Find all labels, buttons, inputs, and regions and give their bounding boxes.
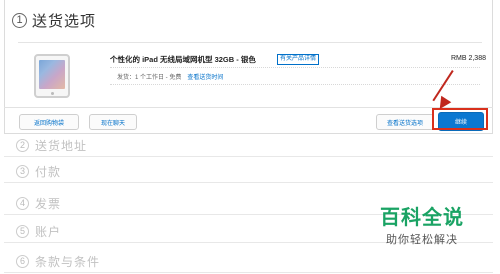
shipping-info-row: 发货：1 个工作日 - 免费 查看送货时间 (117, 72, 223, 81)
step-number-badge: 6 (16, 255, 29, 268)
step-terms[interactable]: 6 条款与条件 (4, 251, 493, 273)
step-number-badge: 3 (16, 165, 29, 178)
step-label: 账户 (35, 225, 62, 239)
product-details-link[interactable]: 有关产品详情 (277, 54, 320, 65)
watermark: 百科全说 助你轻松解决 (380, 201, 464, 247)
view-shipping-options-button[interactable]: 查看送货选项 (376, 114, 434, 130)
section-title: 送货选项 (32, 13, 97, 30)
action-bar: 返回购物袋 现在聊天 查看送货选项 继续 (4, 107, 493, 134)
step-label: 条款与条件 (35, 255, 101, 269)
step-number-badge: 1 (12, 13, 27, 28)
ipad-screen (39, 60, 65, 89)
step-shipping-address[interactable]: 2 送货地址 (4, 135, 493, 157)
step-number-badge: 2 (16, 139, 29, 152)
step-label: 送货地址 (35, 139, 88, 153)
step-label: 发票 (35, 197, 62, 211)
watermark-title: 百科全说 (380, 205, 464, 229)
step-number-badge: 4 (16, 197, 29, 210)
watermark-subtitle: 助你轻松解决 (386, 234, 458, 246)
back-to-bag-button[interactable]: 返回购物袋 (19, 114, 79, 130)
step-header-shipping-options: 1 送货选项 (12, 10, 96, 31)
divider (18, 42, 482, 43)
annotation-highlight-box (432, 108, 488, 130)
ipad-home-button (50, 92, 54, 95)
step-number-badge: 5 (16, 225, 29, 238)
step-label: 付款 (35, 165, 62, 179)
ipad-product-image (34, 54, 70, 98)
dotted-divider (110, 84, 480, 85)
shipping-label: 发货：1 个工作日 - 免费 (117, 75, 182, 81)
dotted-divider (110, 67, 480, 68)
step-payment[interactable]: 3 付款 (4, 161, 493, 183)
product-price: RMB 2,388 (450, 55, 486, 62)
product-name: 个性化的 iPad 无线局域网机型 32GB - 银色 (110, 55, 256, 64)
chat-now-button[interactable]: 现在聊天 (89, 114, 137, 130)
shipping-time-link[interactable]: 查看送货时间 (187, 72, 223, 81)
